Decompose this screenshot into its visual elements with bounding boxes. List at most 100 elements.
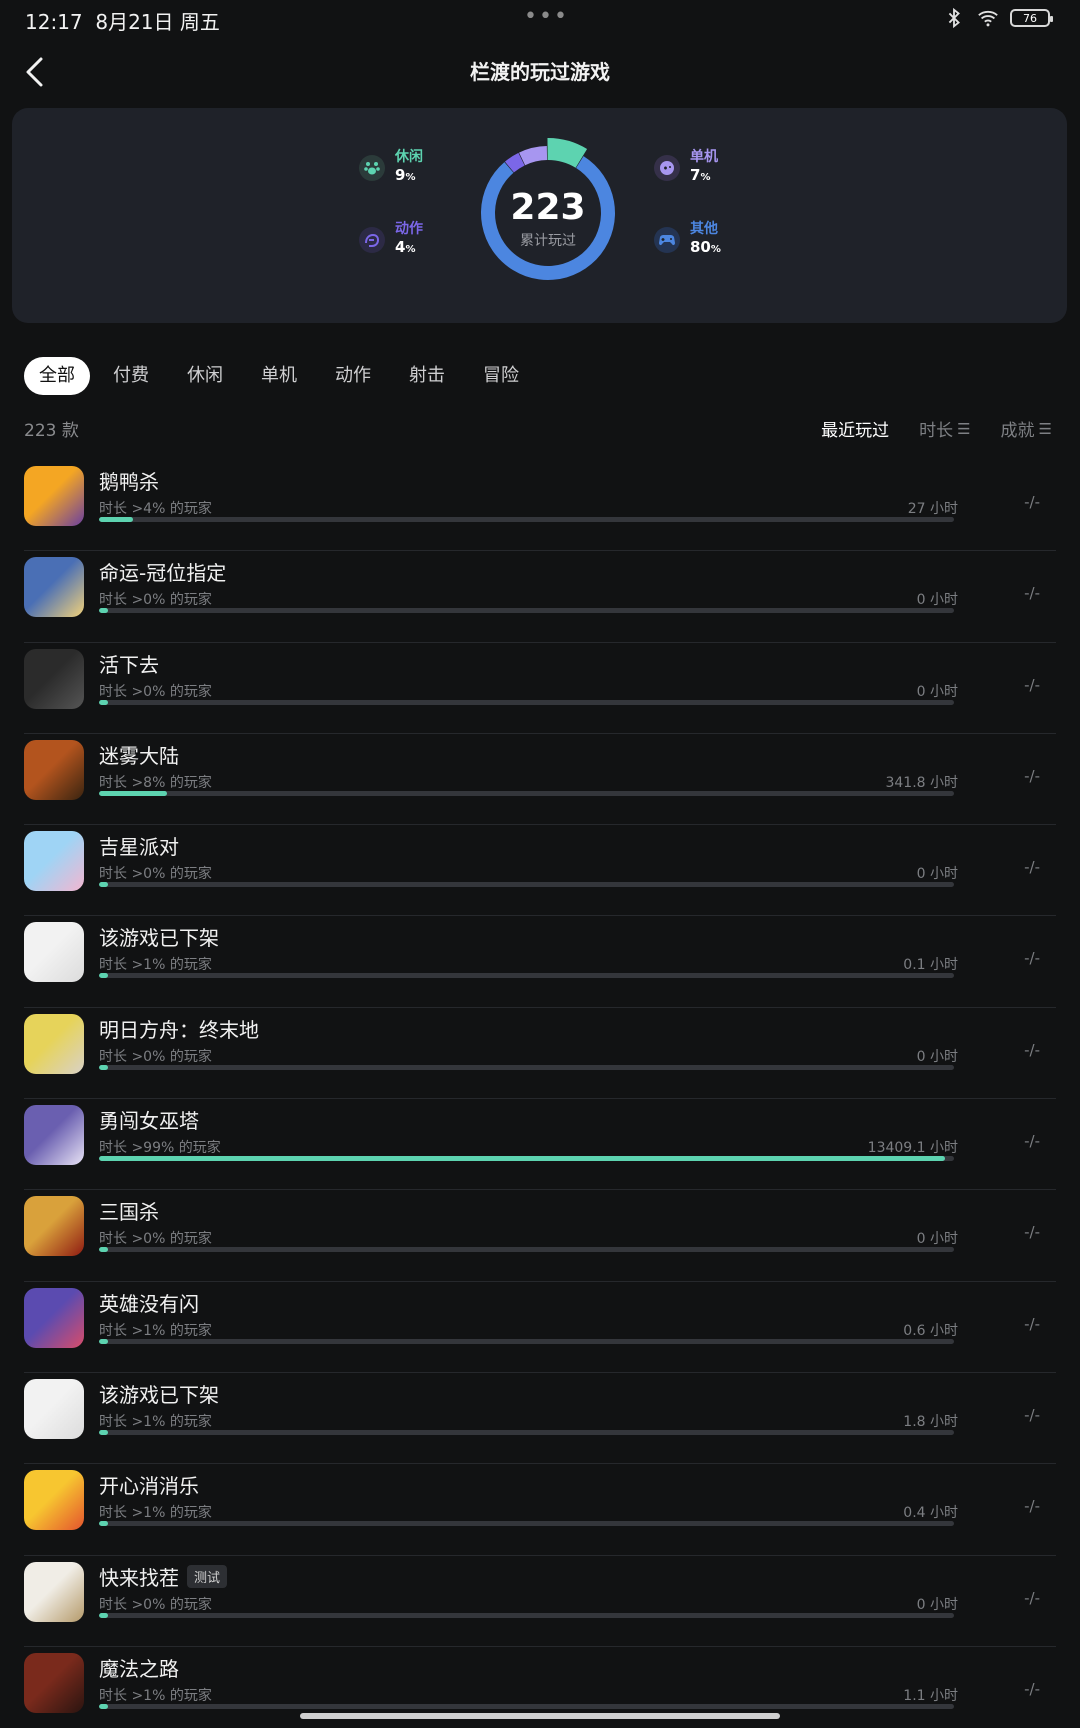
game-playtime-rank: 时长 >99% 的玩家: [99, 1140, 221, 1157]
playtime-progress-bar: [99, 608, 954, 614]
game-icon: [24, 1652, 84, 1713]
progress-fill: [99, 699, 108, 705]
playtime-progress-bar: [99, 973, 954, 979]
game-hours: 0.4 小时: [903, 1505, 958, 1522]
playtime-progress-bar: [99, 1612, 954, 1618]
game-achievement: -/-: [1024, 949, 1040, 968]
game-name: 开心消消乐: [99, 1474, 199, 1499]
game-row[interactable]: 该游戏已下架 时长 >1% 的玩家 0.1 小时 -/-: [24, 916, 1056, 1008]
status-bar: 12:17 8月21日 周五 ••• 76: [0, 0, 1080, 36]
category-tabs: 全部 付费 休闲 单机 动作 射击 冒险: [24, 357, 542, 395]
game-icon: [24, 831, 84, 892]
game-icon: [24, 1561, 84, 1622]
game-hours: 0.6 小时: [903, 1322, 958, 1339]
progress-fill: [99, 1156, 946, 1162]
game-row[interactable]: 吉星派对 时长 >0% 的玩家 0 小时 -/-: [24, 825, 1056, 917]
total-played-label: 累计玩过: [520, 233, 576, 249]
game-row[interactable]: 命运-冠位指定 时长 >0% 的玩家 0 小时 -/-: [24, 551, 1056, 643]
more-dots-icon[interactable]: •••: [524, 4, 569, 29]
legend-other: 其他 80%: [654, 220, 721, 259]
game-hours: 0 小时: [916, 1048, 958, 1065]
game-icon: [24, 922, 84, 983]
tab-paid[interactable]: 付费: [98, 357, 164, 395]
progress-fill: [99, 1612, 108, 1618]
game-icon: [24, 1378, 84, 1439]
tab-casual[interactable]: 休闲: [172, 357, 238, 395]
playtime-progress-bar: [99, 699, 954, 705]
playtime-progress-bar: [99, 882, 954, 888]
game-row[interactable]: 鹅鸭杀 时长 >4% 的玩家 27 小时 -/-: [24, 460, 1056, 552]
sort-bar: 最近玩过 时长 ☰ 成就 ☰: [821, 416, 1052, 442]
donut-slice-gamepad: [519, 146, 548, 166]
game-playtime-rank: 时长 >0% 的玩家: [99, 866, 212, 883]
sort-duration[interactable]: 时长 ☰: [919, 416, 970, 442]
game-icon: [24, 466, 84, 526]
game-icon: [24, 557, 84, 618]
game-name: 活下去: [99, 652, 159, 677]
game-name: 该游戏已下架: [99, 926, 219, 951]
game-icon: [24, 1196, 84, 1257]
status-time: 12:17 8月21日 周五: [25, 10, 220, 34]
game-achievement: -/-: [1024, 766, 1040, 785]
game-achievement: -/-: [1024, 1679, 1040, 1698]
game-name: 快来找茬 测试: [99, 1562, 228, 1591]
game-playtime-rank: 时长 >0% 的玩家: [99, 592, 212, 609]
tab-shooter[interactable]: 射击: [394, 357, 460, 395]
game-row[interactable]: 迷雾大陆 时长 >8% 的玩家 341.8 小时 -/-: [24, 734, 1056, 826]
game-row[interactable]: 三国杀 时长 >0% 的玩家 0 小时 -/-: [24, 1190, 1056, 1282]
total-played-count: 223: [510, 187, 586, 228]
game-name: 吉星派对: [99, 835, 179, 860]
game-row[interactable]: 英雄没有闪 时长 >1% 的玩家 0.6 小时 -/-: [24, 1282, 1056, 1373]
tab-all[interactable]: 全部: [24, 357, 90, 395]
home-indicator[interactable]: [300, 1713, 780, 1719]
game-name: 魔法之路: [99, 1656, 179, 1681]
game-row[interactable]: 该游戏已下架 时长 >1% 的玩家 1.8 小时 -/-: [24, 1373, 1056, 1465]
game-icon: [24, 648, 84, 709]
tab-adventure[interactable]: 冒险: [468, 357, 534, 395]
sort-achievement[interactable]: 成就 ☰: [1001, 416, 1052, 442]
game-name: 勇闯女巫塔: [99, 1109, 199, 1134]
game-row[interactable]: 快来找茬 测试 时长 >0% 的玩家 0 小时 -/-: [24, 1556, 1056, 1647]
gamepad-icon: [654, 154, 680, 181]
game-name: 鹅鸭杀: [99, 470, 159, 494]
game-name: 英雄没有闪: [99, 1291, 199, 1316]
game-hours: 0 小时: [916, 683, 958, 700]
playtime-progress-bar: [99, 517, 954, 522]
game-achievement: -/-: [1024, 1132, 1040, 1151]
playtime-progress-bar: [99, 1429, 954, 1435]
punch-icon: [359, 226, 385, 253]
game-hours: 0 小时: [916, 1596, 958, 1613]
game-achievement: -/-: [1024, 1588, 1040, 1607]
playtime-progress-bar: [99, 1703, 954, 1709]
progress-fill: [99, 1521, 108, 1527]
game-row[interactable]: 勇闯女巫塔 时长 >99% 的玩家 13409.1 小时 -/-: [24, 1099, 1056, 1191]
legend-action: 动作 4%: [359, 220, 423, 259]
progress-fill: [99, 1064, 108, 1070]
game-row[interactable]: 明日方舟：终末地 时长 >0% 的玩家 0 小时 -/-: [24, 1008, 1056, 1100]
game-row[interactable]: 开心消消乐 时长 >1% 的玩家 0.4 小时 -/-: [24, 1464, 1056, 1556]
legend-percent: 7%: [690, 166, 711, 184]
game-achievement: -/-: [1024, 1040, 1040, 1059]
progress-fill: [99, 517, 134, 522]
game-playtime-rank: 时长 >0% 的玩家: [99, 1596, 212, 1613]
playtime-progress-bar: [99, 1247, 954, 1253]
tab-standalone[interactable]: 单机: [246, 357, 312, 395]
game-hours: 27 小时: [907, 501, 958, 517]
game-row[interactable]: 活下去 时长 >0% 的玩家 0 小时 -/-: [24, 643, 1056, 734]
game-playtime-rank: 时长 >0% 的玩家: [99, 1231, 212, 1248]
progress-fill: [99, 1247, 108, 1253]
game-playtime-rank: 时长 >8% 的玩家: [99, 774, 212, 791]
donut-center: 223 累计玩过: [473, 188, 623, 250]
tab-action[interactable]: 动作: [320, 357, 386, 395]
progress-fill: [99, 608, 108, 614]
game-hours: 341.8 小时: [885, 774, 958, 791]
game-list: 鹅鸭杀 时长 >4% 的玩家 27 小时 -/- 命运-冠位指定 时长 >0% …: [24, 460, 1056, 1728]
game-hours: 0 小时: [916, 592, 958, 609]
legend-percent: 9%: [395, 166, 416, 184]
sort-recent[interactable]: 最近玩过: [821, 416, 889, 441]
game-playtime-rank: 时长 >4% 的玩家: [99, 501, 212, 517]
paw-icon: [359, 154, 385, 181]
game-count: 223 款: [24, 421, 79, 441]
game-name: 迷雾大陆: [99, 743, 179, 768]
progress-fill: [99, 973, 108, 979]
